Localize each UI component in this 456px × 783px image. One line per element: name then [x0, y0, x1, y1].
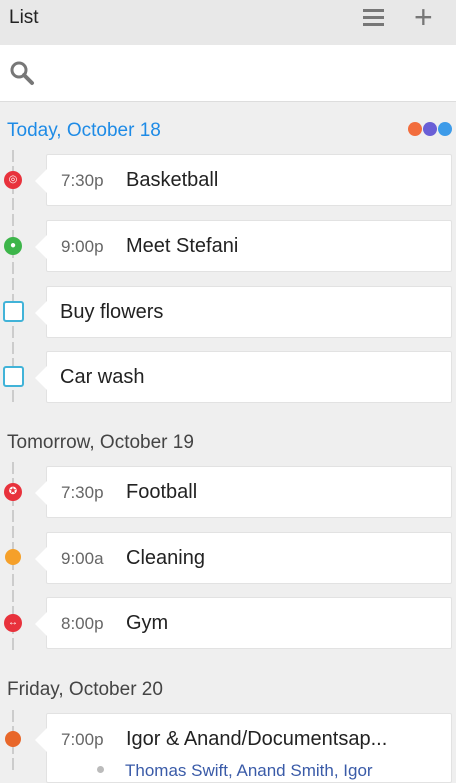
- search-bar: [0, 45, 456, 102]
- event-time: 7:30p: [61, 483, 104, 502]
- soccer-ball-icon: ✪: [4, 483, 22, 501]
- event-time: 7:30p: [61, 171, 104, 190]
- add-icon[interactable]: +: [414, 1, 433, 33]
- event-card[interactable]: 7:30p Football: [35, 466, 452, 518]
- calendar-dots-icon[interactable]: [408, 122, 452, 136]
- page-title: List: [9, 7, 39, 28]
- event-name: Meet Stefani: [126, 235, 239, 257]
- dot-icon: [5, 731, 21, 747]
- basketball-icon: ◎: [4, 171, 22, 189]
- event-time: 9:00a: [61, 549, 104, 568]
- section-header-tomorrow: Tomorrow, October 19: [7, 432, 194, 453]
- task-checkbox[interactable]: [3, 301, 24, 322]
- event-attendees: Thomas Swift, Anand Smith, Igor: [125, 761, 373, 780]
- section-header-today: Today, October 18: [7, 120, 161, 141]
- task-name: Car wash: [60, 366, 145, 388]
- event-name: Gym: [126, 612, 169, 634]
- search-icon: [10, 61, 34, 85]
- event-card[interactable]: 8:00p Gym: [35, 597, 452, 649]
- task-card[interactable]: Car wash: [35, 351, 452, 403]
- dumbbell-icon: ↔: [4, 614, 22, 632]
- search-input[interactable]: [44, 55, 444, 91]
- event-time: 8:00p: [61, 614, 104, 633]
- location-pin-icon: ●: [4, 237, 22, 255]
- event-time: 7:00p: [61, 730, 104, 749]
- task-card[interactable]: Buy flowers: [35, 286, 452, 338]
- menu-icon[interactable]: [363, 9, 384, 26]
- event-name: Basketball: [126, 169, 219, 191]
- event-name: Football: [126, 481, 198, 503]
- event-time: 9:00p: [61, 237, 104, 256]
- event-name: Cleaning: [126, 547, 205, 569]
- event-card[interactable]: 7:30p Basketball: [35, 154, 452, 206]
- top-bar: List +: [0, 0, 456, 45]
- event-card[interactable]: 9:00a Cleaning: [35, 532, 452, 584]
- event-card[interactable]: 9:00p Meet Stefani: [35, 220, 452, 272]
- section-header-friday: Friday, October 20: [7, 679, 163, 700]
- task-checkbox[interactable]: [3, 366, 24, 387]
- dot-icon: [5, 549, 21, 565]
- event-name: Igor & Anand/Documentsap...: [126, 728, 388, 750]
- task-name: Buy flowers: [60, 301, 164, 323]
